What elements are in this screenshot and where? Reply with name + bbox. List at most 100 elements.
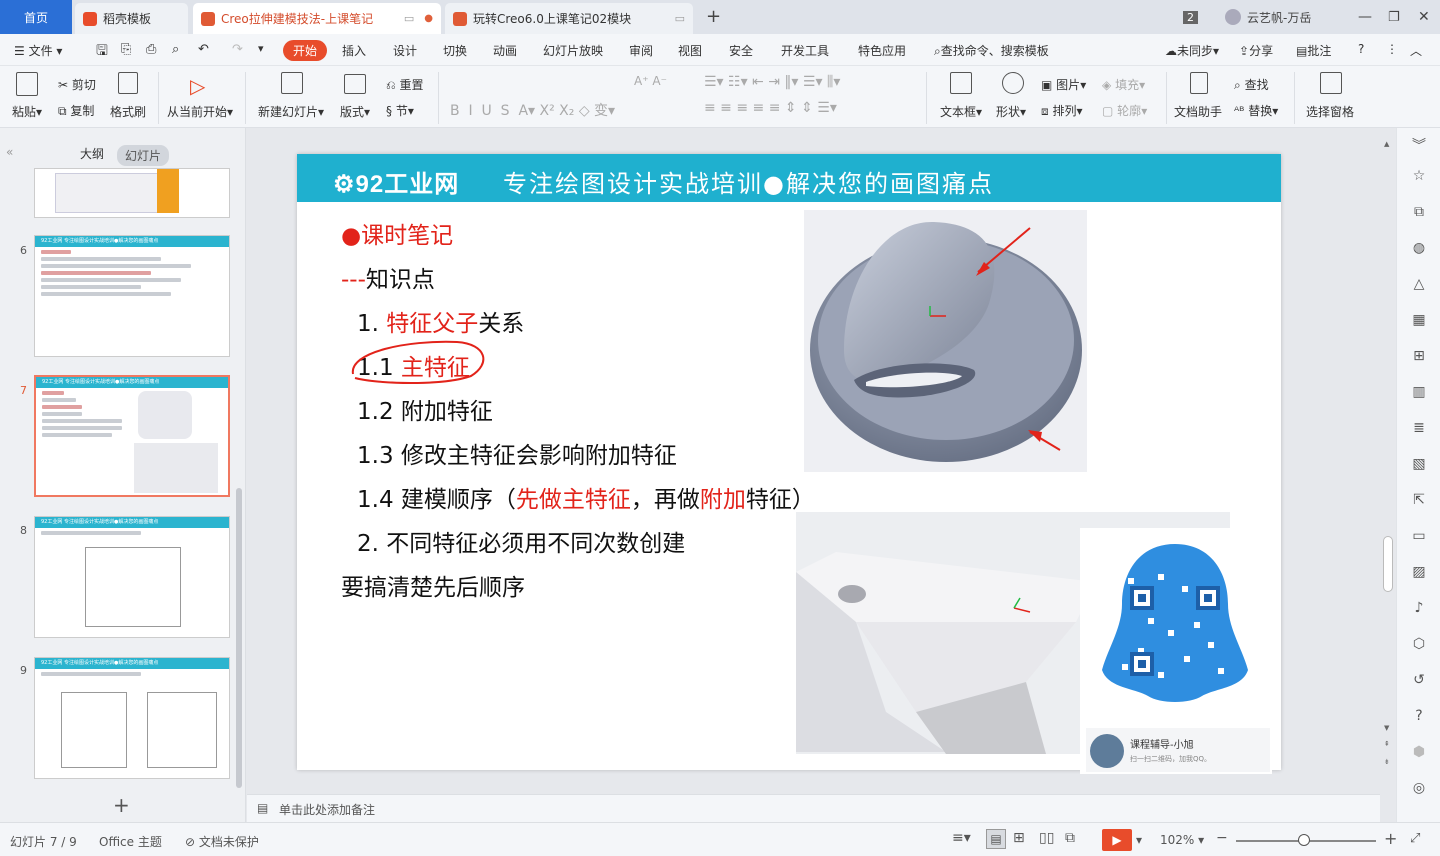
slide-scrollbar[interactable]: ▲ ▼ ⇞ ⇟ (1380, 128, 1396, 822)
tab-home[interactable]: 首页 (0, 0, 72, 34)
grow-font-icon[interactable]: A⁺ A⁻ (634, 74, 667, 88)
scroll-thumb[interactable] (1383, 536, 1393, 592)
from-current-button[interactable]: 从当前开始▾ (167, 103, 233, 120)
chart-icon[interactable]: ▥ (1411, 384, 1427, 400)
slide-canvas[interactable]: ⚙92工业网 专注绘图设计实战培训●解决您的画图痛点 ●课时笔记 ---知识点 … (297, 154, 1281, 774)
tab-review[interactable]: 审阅 (629, 42, 653, 59)
scroll-down-icon[interactable]: ▼ (1384, 724, 1389, 732)
shape-icon[interactable] (1002, 72, 1024, 97)
line-6[interactable]: 2. 不同特征必须用不同次数创建 (357, 524, 685, 558)
inbox-icon[interactable]: ▭ (1411, 528, 1427, 544)
fit-window-icon[interactable]: ⤢ (1410, 831, 1420, 846)
window-count-badge[interactable]: 2 (1183, 0, 1198, 34)
tab-security[interactable]: 安全 (729, 42, 753, 59)
line-3[interactable]: 1.2 附加特征 (357, 392, 493, 426)
find-button[interactable]: ⌕ 查找 (1234, 76, 1269, 93)
paint-icon[interactable]: △ (1411, 276, 1427, 292)
cube-icon[interactable]: ⬢ (1411, 744, 1427, 760)
next-slide-icon[interactable]: ⇟ (1384, 758, 1390, 766)
slide-thumbnail-8[interactable]: 92工业网 专注绘图设计实战培训●解决您的画图痛点 (34, 516, 230, 638)
slide-thumbnail-9[interactable]: 92工业网 专注绘图设计实战培训●解决您的画图痛点 (34, 657, 230, 779)
help-icon[interactable]: ? (1411, 708, 1427, 724)
slide-thumbnail-5[interactable] (34, 168, 230, 218)
file-menu[interactable]: ☰ 文件 ▾ (14, 42, 62, 59)
notes-placeholder[interactable]: 单击此处添加备注 (279, 801, 375, 818)
textbox-button[interactable]: 文本框▾ (940, 103, 982, 120)
tab-start[interactable]: 开始 (283, 40, 328, 61)
slide-thumbnail-7[interactable]: 92工业网 专注绘图设计实战培训●解决您的画图痛点 (34, 375, 230, 497)
restore-button[interactable]: ❐ (1388, 0, 1400, 34)
zoom-select[interactable]: 102% ▾ (1160, 833, 1204, 847)
tab-active-document[interactable]: Creo拉伸建模技法-上课笔记 ▭ ● (193, 3, 441, 34)
layers-icon[interactable]: ⧉ (1411, 204, 1427, 220)
collapse-panel-icon[interactable]: « (6, 145, 13, 159)
tab-animation[interactable]: 动画 (493, 42, 517, 59)
close-button[interactable]: ✕ (1418, 0, 1430, 34)
text-format-icons[interactable]: B I U S A▾ X² X₂ ◇ 变▾ (450, 100, 615, 120)
slide-subtitle[interactable]: 知识点 (366, 267, 435, 293)
tab-developer[interactable]: 开发工具 (781, 42, 829, 59)
comment-button[interactable]: ▤批注 (1296, 42, 1331, 59)
export-icon[interactable]: ⎘ (121, 42, 131, 57)
zoom-in-button[interactable]: + (1384, 829, 1397, 848)
tab-design[interactable]: 设计 (393, 42, 417, 59)
zoom-out-button[interactable]: − (1216, 830, 1228, 846)
tab-window-icon[interactable]: ▭ (675, 12, 685, 25)
shield-icon[interactable]: ⬡ (1411, 636, 1427, 652)
select-pane-button[interactable]: 选择窗格 (1306, 103, 1354, 120)
paste-icon[interactable] (16, 72, 38, 99)
picture-icon[interactable]: ▨ (1411, 564, 1427, 580)
star-icon[interactable]: ☆ (1411, 168, 1427, 184)
copy-button[interactable]: ⧉ 复制 (58, 102, 94, 119)
tab-slideshow[interactable]: 幻灯片放映 (543, 42, 603, 59)
select-pane-icon[interactable] (1320, 72, 1342, 97)
grid-icon[interactable]: ⊞ (1411, 348, 1427, 364)
slideshow-chevron-icon[interactable]: ▾ (1136, 833, 1142, 847)
format-painter-button[interactable]: 格式刷 (110, 103, 146, 120)
panel-scrollbar[interactable] (236, 488, 242, 788)
sorter-view-icon[interactable]: ⊞ (1013, 830, 1025, 846)
add-slide-button[interactable]: + (113, 793, 130, 817)
zoom-slider-handle[interactable] (1298, 834, 1310, 846)
new-tab-button[interactable]: + (706, 6, 721, 27)
picture-button[interactable]: ▣ 图片▾ (1041, 76, 1086, 93)
sound-icon[interactable]: ♪ (1411, 600, 1427, 616)
theme-name[interactable]: Office 主题 (99, 833, 162, 850)
notes-toggle-icon[interactable]: ≡▾ (952, 830, 971, 846)
prev-slide-icon[interactable]: ⇞ (1384, 740, 1390, 748)
layout-icon[interactable] (344, 74, 366, 97)
table-icon[interactable]: ▦ (1411, 312, 1427, 328)
slide-title[interactable]: ●课时笔记 (341, 216, 453, 250)
notes-bar[interactable]: ▤ 单击此处添加备注 (247, 794, 1380, 822)
line-1[interactable]: 1. 特征父子关系 (357, 304, 524, 338)
save-icon[interactable]: 🖫 (96, 40, 108, 64)
export-icon[interactable]: ⇱ (1411, 492, 1427, 508)
outline-button[interactable]: ▢ 轮廓▾ (1102, 102, 1147, 119)
textbox-icon[interactable] (950, 72, 972, 97)
cut-button[interactable]: ✂ 剪切 (58, 76, 96, 93)
section-button[interactable]: § 节▾ (386, 102, 414, 119)
line-4[interactable]: 1.3 修改主特征会影响附加特征 (357, 436, 677, 470)
line-7[interactable]: 要搞清楚先后顺序 (341, 568, 525, 602)
scroll-up-icon[interactable]: ▲ (1384, 140, 1389, 148)
location-icon[interactable]: ◎ (1411, 780, 1427, 796)
more-icon[interactable]: ⋮ (1386, 42, 1398, 56)
image-gallery-icon[interactable]: ▧ (1411, 456, 1427, 472)
minimize-button[interactable]: — (1358, 0, 1372, 34)
command-search[interactable]: ⌕查找命令、搜索模板 (934, 42, 1049, 59)
history-icon[interactable]: ↺ (1411, 672, 1427, 688)
share-button[interactable]: ⇪分享 (1239, 42, 1273, 59)
help-icon[interactable]: ? (1358, 42, 1364, 56)
print-icon[interactable]: ⎙ (146, 42, 156, 57)
tab-slides[interactable]: 幻灯片 (117, 145, 170, 166)
replace-button[interactable]: ᴬᴮ 替换▾ (1234, 102, 1278, 119)
list-icons[interactable]: ☰▾ ☷▾ ⇤ ⇥ ‖▾ ☰▾ ⫼▾ (704, 74, 840, 90)
user-account[interactable]: 云艺帆-万岳 (1225, 0, 1311, 34)
shape-button[interactable]: 形状▾ (996, 103, 1026, 120)
undo-icon[interactable]: ↶ (198, 42, 209, 57)
line-5[interactable]: 1.4 建模顺序（先做主特征，再做附加特征） (357, 480, 815, 514)
redo-icon[interactable]: ↷ (232, 42, 243, 57)
tab-docer-templates[interactable]: 稻壳模板 (75, 3, 188, 34)
shapes-icon[interactable]: ◍ (1411, 240, 1427, 256)
tab-special[interactable]: 特色应用 (858, 42, 906, 59)
